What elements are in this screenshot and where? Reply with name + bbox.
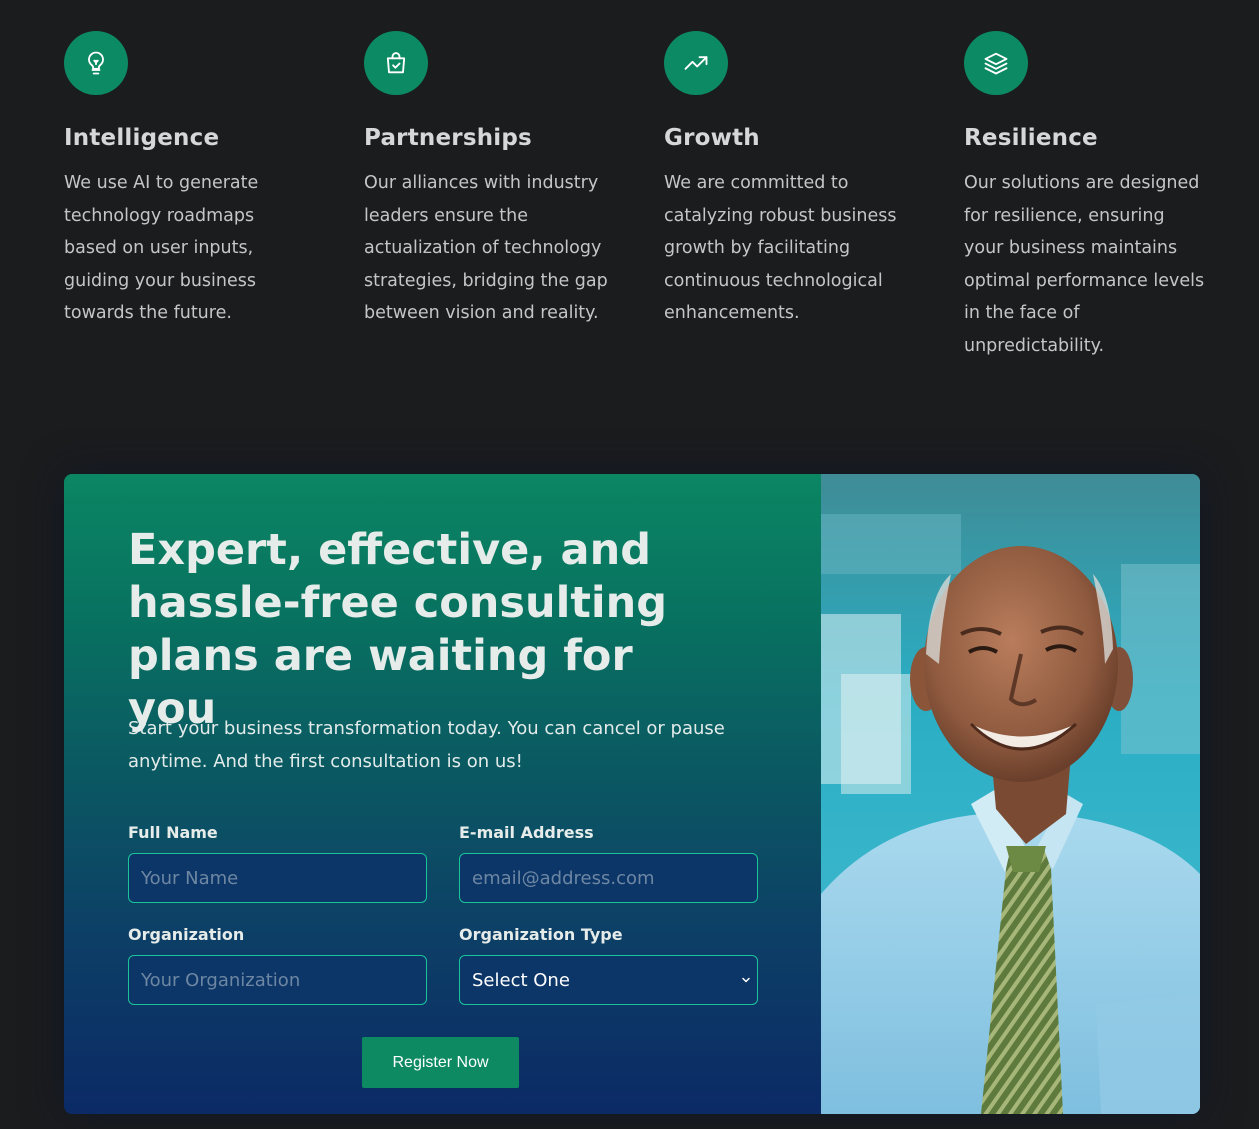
trending-up-icon [664,31,728,95]
cta-heading: Expert, effective, and hassle-free consu… [128,525,668,734]
consultant-photo [821,474,1200,1114]
organization-type-label: Organization Type [459,925,623,944]
feature-growth: Growth We are committed to catalyzing ro… [664,31,914,330]
full-name-label: Full Name [128,823,218,842]
feature-description: We use AI to generate technology roadmap… [64,173,259,323]
feature-description: Our solutions are designed for resilienc… [964,173,1205,356]
feature-partnerships: Partnerships Our alliances with industry… [364,31,614,330]
registration-panel: Expert, effective, and hassle-free consu… [64,474,821,1114]
feature-title: Intelligence [64,125,220,151]
feature-intelligence: Intelligence We use AI to generate techn… [64,31,314,330]
feature-description: We are committed to catalyzing robust bu… [664,173,897,323]
feature-description: Our alliances with industry leaders ensu… [364,173,608,323]
feature-resilience: Resilience Our solutions are designed fo… [964,31,1214,362]
organization-input[interactable] [128,955,427,1005]
lightbulb-icon [64,31,128,95]
shopping-bag-check-icon [364,31,428,95]
feature-title: Growth [664,125,760,151]
organization-label: Organization [128,925,245,944]
cta-subtext: Start your business transformation today… [128,718,725,772]
feature-title: Partnerships [364,125,532,151]
email-label: E-mail Address [459,823,594,842]
full-name-input[interactable] [128,853,427,903]
register-now-button[interactable]: Register Now [362,1037,519,1088]
email-input[interactable] [459,853,758,903]
consulting-cta-card: Expert, effective, and hassle-free consu… [64,474,1200,1114]
feature-title: Resilience [964,125,1098,151]
layers-icon [964,31,1028,95]
smiling-man-photo [821,474,1200,1114]
organization-type-select[interactable]: Select One [459,955,758,1005]
